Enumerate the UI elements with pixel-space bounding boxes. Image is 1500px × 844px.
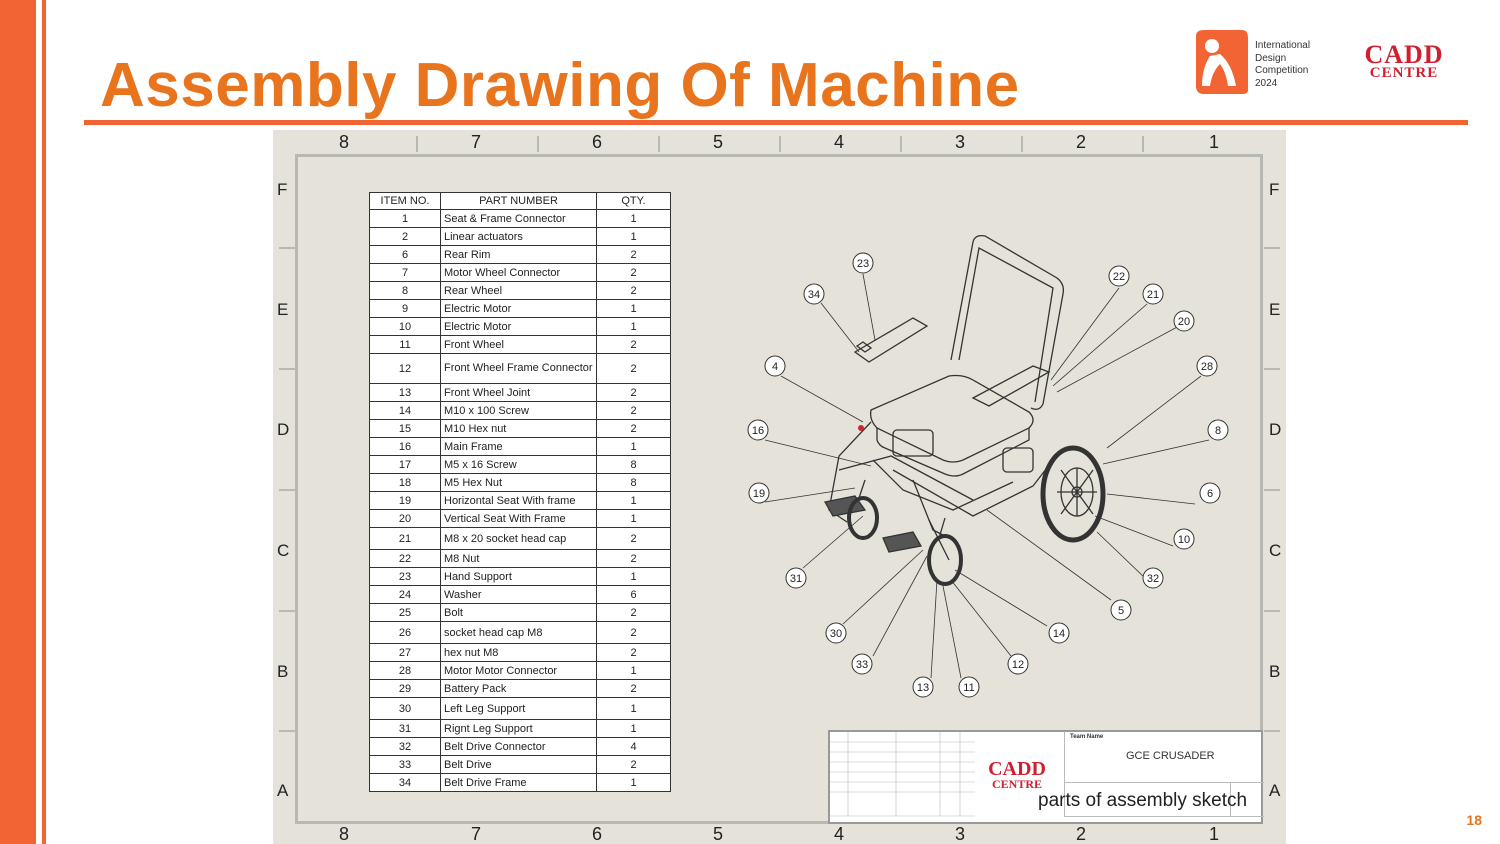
leader-lines [764,273,1210,679]
part-balloons: 23 34 22 21 20 4 28 16 8 19 6 10 31 32 5 30 14 33 12 13 11 [747,252,1229,698]
balloon-label: 31 [790,573,802,585]
balloon-label: 16 [752,425,764,437]
balloon-label: 8 [1215,425,1221,437]
balloon-label: 19 [753,488,765,500]
left-accent-stripe [42,0,46,844]
balloon-label: 32 [1147,573,1159,585]
title-block: CADD CENTRE Team Name GCE CRUSADER parts… [828,730,1264,824]
balloon-label: 30 [830,628,842,640]
cadd-centre-logo: CADD CENTRE [1364,40,1444,81]
slide-title: Assembly Drawing Of Machine [100,51,1020,120]
balloon-label: 10 [1178,534,1190,546]
balloon-label: 22 [1113,271,1125,283]
balloon-label: 4 [772,361,778,373]
balloon-label: 6 [1207,488,1213,500]
balloon-label: 23 [857,258,869,270]
balloon-label: 34 [808,289,820,301]
drawing-sheet: 8 7 6 5 4 3 2 1 8 7 6 5 4 3 2 1 F E D C … [273,130,1286,844]
balloon-label: 5 [1118,605,1124,617]
balloon-label: 28 [1201,361,1213,373]
idc-logo-icon [1196,30,1248,94]
balloon-label: 14 [1053,628,1065,640]
balloon-label: 33 [856,659,868,671]
balloon-label: 20 [1178,316,1190,328]
idc-logo-text: International Design Competition 2024 [1255,40,1311,89]
team-name-value: GCE CRUSADER [1126,750,1215,762]
balloon-label: 11 [963,682,974,694]
sketch-caption: parts of assembly sketch [1038,790,1248,811]
left-accent-bar [0,0,36,844]
wheelchair-outline [823,234,1106,586]
team-name-label: Team Name [1070,734,1104,740]
balloon-label: 13 [917,682,929,694]
title-block-grid [830,732,975,817]
balloon-label: 12 [1012,659,1024,671]
slide: Assembly Drawing Of Machine Internationa… [0,0,1500,844]
title-underline [84,120,1468,125]
page-number: 18 [1466,812,1482,828]
balloon-label: 21 [1147,289,1159,301]
